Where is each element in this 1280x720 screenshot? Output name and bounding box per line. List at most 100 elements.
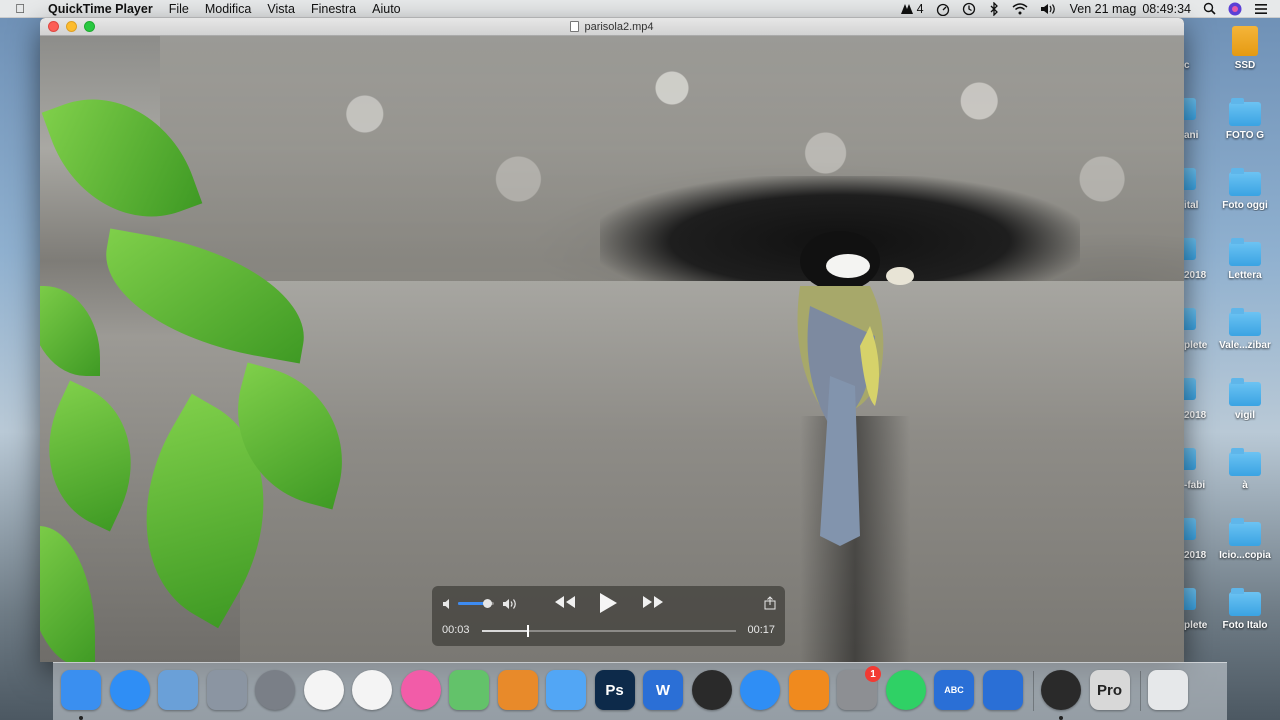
desktop-item-label: Foto oggi: [1222, 200, 1268, 211]
folder-icon[interactable]: [1184, 168, 1196, 190]
dock-app-label: Ps: [605, 681, 624, 699]
desktop-item-label: Foto Italo: [1222, 620, 1268, 631]
running-indicator: [79, 716, 83, 720]
wifi-icon[interactable]: [1012, 2, 1028, 15]
timeline-scrubber[interactable]: [482, 625, 736, 637]
calculator-icon[interactable]: [497, 670, 538, 710]
speedometer-icon[interactable]: [936, 2, 950, 16]
menu-bar-time[interactable]: 08:49:34: [1142, 2, 1191, 16]
partial-desktop-label[interactable]: ani: [1184, 130, 1198, 141]
whatsapp-icon[interactable]: [885, 670, 926, 710]
window-titlebar[interactable]: parisola2.mp4: [40, 18, 1184, 36]
word-icon[interactable]: W: [643, 670, 683, 710]
fullscreen-window-button[interactable]: [84, 21, 95, 32]
menu-vista[interactable]: Vista: [259, 0, 303, 18]
chrome-icon[interactable]: [352, 670, 392, 710]
trash-icon[interactable]: [1148, 670, 1188, 710]
menu-file[interactable]: File: [161, 0, 197, 18]
minimize-window-button[interactable]: [66, 21, 77, 32]
menu-bar-date[interactable]: Ven 21 mag: [1070, 2, 1137, 16]
play-button-icon[interactable]: [598, 592, 618, 614]
desktop-item-label: Lettera: [1228, 270, 1262, 281]
video-frame[interactable]: 00:03 00:17: [40, 36, 1184, 662]
menu-finestra[interactable]: Finestra: [303, 0, 364, 18]
photoshop-icon[interactable]: Ps: [594, 670, 635, 710]
folder-icon[interactable]: [1184, 98, 1196, 120]
notification-center-icon[interactable]: [1254, 3, 1268, 15]
maps-icon[interactable]: [449, 670, 489, 710]
pro-app-icon[interactable]: Pro: [1089, 670, 1130, 710]
dock-separator: [1140, 671, 1141, 711]
folder-icon[interactable]: [1184, 448, 1196, 470]
add-photo-icon[interactable]: ABC: [934, 670, 974, 710]
folder-icon: [1229, 238, 1261, 266]
folder-icon[interactable]: [1184, 308, 1196, 330]
partial-desktop-label[interactable]: 2018: [1184, 550, 1206, 561]
timeline-progress: [482, 630, 528, 632]
folder-icon[interactable]: [1184, 588, 1196, 610]
notification-badge: 1: [865, 666, 881, 682]
desktop-folder[interactable]: Vale...zibar: [1210, 308, 1280, 351]
time-machine-icon[interactable]: [962, 2, 976, 16]
itunes-icon[interactable]: [400, 670, 441, 710]
folder-icon[interactable]: [1184, 238, 1196, 260]
partial-desktop-label[interactable]: plete: [1184, 340, 1207, 351]
folder-icon[interactable]: [1184, 518, 1196, 540]
share-icon[interactable]: [764, 596, 776, 610]
window-title: parisola2.mp4: [584, 20, 654, 33]
folder-icon: [1229, 98, 1261, 126]
window-title-wrap: parisola2.mp4: [570, 20, 654, 33]
desktop-folder[interactable]: Lettera: [1210, 238, 1280, 281]
bluetooth-icon[interactable]: [988, 1, 1000, 16]
desktop-folder[interactable]: vigil: [1210, 378, 1280, 421]
image-capture-icon[interactable]: [206, 670, 247, 710]
partial-desktop-label[interactable]: ital: [1184, 200, 1198, 211]
close-window-button[interactable]: [48, 21, 59, 32]
desktop-folder[interactable]: à: [1210, 448, 1280, 491]
apple-menu-icon[interactable]: : [0, 1, 40, 16]
launchpad-icon[interactable]: [255, 670, 295, 710]
desktop-item-ssd[interactable]: SSD: [1210, 26, 1280, 71]
volume-high-icon[interactable]: [502, 597, 520, 611]
partial-desktop-label[interactable]: 2018: [1184, 410, 1206, 421]
vlc-icon[interactable]: [788, 670, 829, 710]
desktop-folder[interactable]: Foto oggi: [1210, 168, 1280, 211]
siri-icon[interactable]: [1228, 2, 1242, 16]
camera-icon[interactable]: [691, 670, 732, 710]
photos-icon[interactable]: [303, 670, 344, 710]
end-time: 00:17: [747, 624, 775, 636]
dock-app-label: Pro: [1096, 681, 1122, 699]
volume-icon[interactable]: [1040, 3, 1058, 15]
desktop-folder[interactable]: FOTO G: [1210, 98, 1280, 141]
partial-desktop-label[interactable]: plete: [1184, 620, 1207, 631]
fast-forward-button-icon[interactable]: [642, 595, 664, 609]
quicktime-icon[interactable]: [1041, 670, 1081, 710]
running-indicator: [1059, 716, 1063, 720]
preview-bird-icon[interactable]: [158, 670, 198, 710]
spotlight-search-icon[interactable]: [1203, 2, 1216, 15]
add-contact-icon[interactable]: [982, 670, 1023, 710]
adobe-status-icon[interactable]: 4: [900, 2, 924, 16]
messages-icon[interactable]: [546, 670, 586, 710]
volume-slider[interactable]: [458, 599, 494, 608]
folder-icon: [1229, 518, 1261, 546]
desktop-folder[interactable]: Foto Italo: [1210, 588, 1280, 631]
folder-icon[interactable]: [1184, 378, 1196, 400]
menu-modifica[interactable]: Modifica: [197, 0, 260, 18]
app-store-icon[interactable]: [740, 670, 780, 710]
desktop-folder[interactable]: Icio...copia: [1210, 518, 1280, 561]
safari-icon[interactable]: [109, 670, 150, 710]
dock: Ps W 1 ABC Pro: [53, 662, 1227, 720]
finder-icon[interactable]: [61, 670, 101, 710]
volume-low-icon[interactable]: [442, 598, 454, 610]
volume-slider-knob[interactable]: [482, 599, 492, 608]
desktop-item-label: vigil: [1234, 410, 1255, 421]
rewind-button-icon[interactable]: [554, 595, 576, 609]
system-preferences-icon[interactable]: 1: [837, 666, 881, 710]
partial-desktop-label[interactable]: 2018: [1184, 270, 1206, 281]
menu-app-name[interactable]: QuickTime Player: [40, 0, 161, 18]
playhead[interactable]: [526, 625, 529, 637]
partial-desktop-label[interactable]: c: [1184, 60, 1190, 71]
menu-aiuto[interactable]: Aiuto: [364, 0, 409, 18]
partial-desktop-label[interactable]: -fabi: [1184, 480, 1205, 491]
